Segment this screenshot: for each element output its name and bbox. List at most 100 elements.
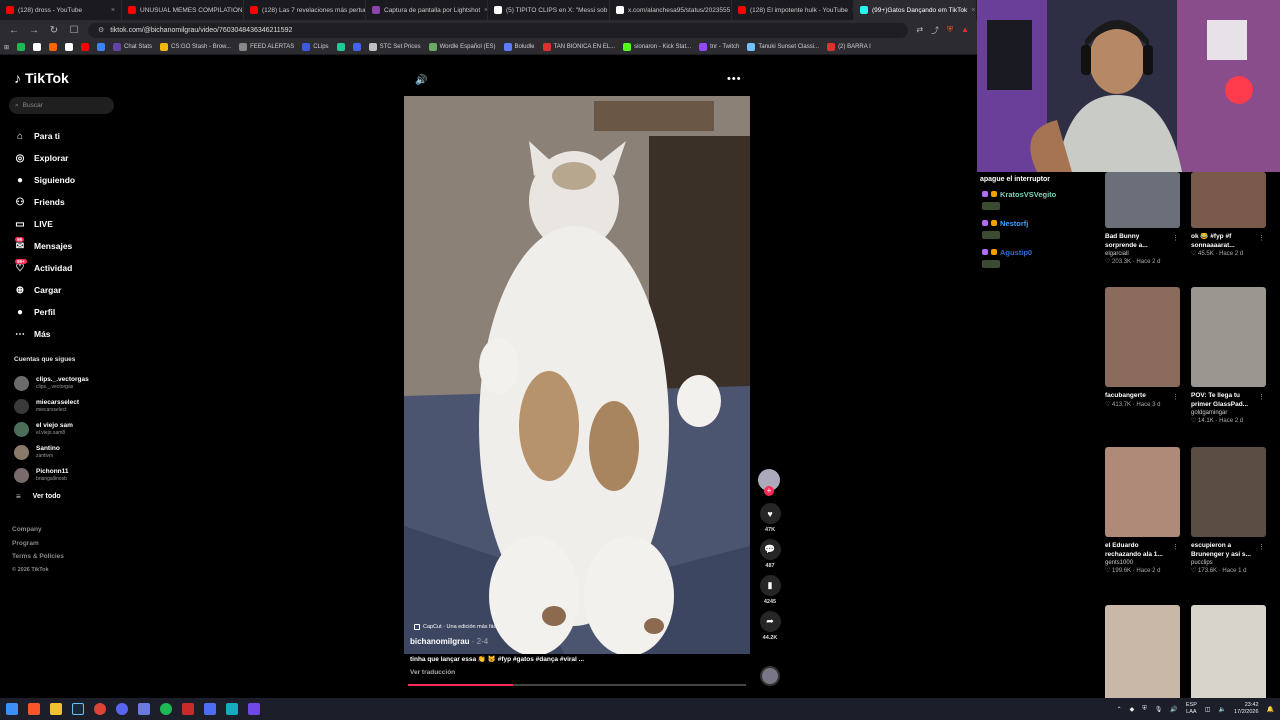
sidebar-item-para-ti[interactable]: ⌂ Para ti bbox=[14, 125, 124, 147]
video-thumbnail[interactable] bbox=[1105, 172, 1180, 228]
obs-icon[interactable] bbox=[182, 703, 194, 715]
more-options-icon[interactable]: ⋮ bbox=[1258, 393, 1265, 401]
browser-tab[interactable]: (128) Las 7 revelaciones más perturb× bbox=[244, 0, 366, 20]
bookmark-item[interactable] bbox=[65, 43, 74, 51]
steam-icon[interactable] bbox=[72, 703, 84, 715]
video-player[interactable]: CapCut · Una edición más fácil bbox=[404, 96, 750, 654]
tray-shield-icon[interactable]: ⛨ bbox=[1142, 706, 1147, 713]
speaker-icon[interactable]: 🔊 bbox=[1170, 706, 1177, 713]
comment-icon[interactable]: 💬 bbox=[759, 539, 781, 560]
bookmark-item[interactable] bbox=[352, 43, 361, 51]
app2-icon[interactable] bbox=[204, 703, 216, 715]
browser-tab[interactable]: (99+)Gatos Dançando em TikTok × bbox=[854, 0, 976, 20]
sidebar-item-perfil[interactable]: ● Perfil bbox=[14, 301, 124, 323]
bookmark-item[interactable]: FEED ALERTAS bbox=[239, 43, 294, 51]
bookmark-item[interactable]: CS:GO Stash - Brow... bbox=[160, 43, 231, 51]
video-thumbnail[interactable] bbox=[1191, 605, 1266, 705]
bookmark-item[interactable]: CLips bbox=[302, 43, 329, 51]
rewards-icon[interactable]: ▲ bbox=[961, 25, 969, 36]
video-thumbnail[interactable] bbox=[1191, 447, 1266, 537]
sidebar-item-friends[interactable]: ⚇ Friends bbox=[14, 191, 124, 213]
volume-tray-icon[interactable]: 🔈 bbox=[1219, 706, 1226, 713]
bookmark-item[interactable] bbox=[17, 43, 26, 51]
bookmark-item[interactable] bbox=[336, 43, 345, 51]
share-arrow-icon[interactable]: ➦ bbox=[759, 611, 781, 632]
more-options-icon[interactable]: ⋮ bbox=[1172, 234, 1179, 242]
bookmark-item[interactable]: Boludle bbox=[503, 43, 535, 51]
browser-tab[interactable]: (128) El impotente hulk - YouTube× bbox=[732, 0, 854, 20]
footer-link-terms[interactable]: Terms & Policies bbox=[12, 550, 64, 564]
suggested-video-card[interactable] bbox=[1181, 605, 1267, 705]
video-thumbnail[interactable] bbox=[1105, 605, 1180, 705]
app3-icon[interactable] bbox=[226, 703, 238, 715]
bookmark-item[interactable]: (2) BARRA I bbox=[827, 43, 871, 51]
suggested-video-card[interactable]: POV: Te llega tu primer GlassPad... goldga… bbox=[1181, 287, 1267, 425]
suggested-video-card[interactable]: ok 😂 #fyp #f sonnaaaarat... ♡ 45.5K · Hace… bbox=[1181, 172, 1267, 258]
following-item[interactable]: miecarsselect miecarsselect bbox=[14, 395, 124, 418]
translate-link[interactable]: Ver traducción bbox=[410, 669, 455, 676]
tray-app-icon[interactable]: ◆ bbox=[1130, 706, 1135, 713]
following-item[interactable]: Pichonn11 briangallinosb bbox=[14, 464, 124, 487]
clock[interactable]: 23:42 17/2/2026 bbox=[1234, 702, 1258, 716]
bookmark-item[interactable]: STC Set Prices bbox=[368, 43, 421, 51]
close-icon[interactable]: × bbox=[111, 7, 115, 14]
heart-icon[interactable]: ♥ bbox=[759, 503, 781, 524]
browser-tab[interactable]: UNUSUAL MEMES COMPILATION V3× bbox=[122, 0, 244, 20]
more-options-icon[interactable]: ⋮ bbox=[1172, 543, 1179, 551]
translate-icon[interactable]: ⇄ bbox=[916, 25, 923, 36]
video-thumbnail[interactable] bbox=[1105, 447, 1180, 537]
file-explorer-icon[interactable] bbox=[50, 703, 62, 715]
more-options-icon[interactable]: ••• bbox=[727, 73, 742, 85]
forward-icon[interactable]: → bbox=[28, 25, 40, 36]
discord-icon[interactable] bbox=[116, 703, 128, 715]
notification-icon[interactable]: 🔔 bbox=[1267, 706, 1274, 713]
bookmark-item[interactable] bbox=[33, 43, 42, 51]
suggested-video-card[interactable]: escupieron a Brunenger y así s... pucclips… bbox=[1181, 447, 1267, 575]
tray-chevron-icon[interactable]: ⌃ bbox=[1117, 706, 1122, 713]
app4-icon[interactable] bbox=[248, 703, 260, 715]
suggested-video-card[interactable]: Bad Bunny sorprende a... elgarciall ♡ 203.3… bbox=[1095, 172, 1181, 266]
footer-link-company[interactable]: Company bbox=[12, 523, 64, 537]
video-thumbnail[interactable] bbox=[1191, 172, 1266, 228]
video-progress-bar[interactable] bbox=[408, 684, 746, 686]
more-options-icon[interactable]: ⋮ bbox=[1172, 393, 1179, 401]
sidebar-item-live[interactable]: ▭ LIVE bbox=[14, 213, 124, 235]
more-options-icon[interactable]: ⋮ bbox=[1258, 234, 1265, 242]
bookmark-item[interactable] bbox=[81, 43, 90, 51]
video-author[interactable]: bichanomilgrau · 2-4 bbox=[410, 637, 488, 646]
app-icon[interactable] bbox=[138, 703, 150, 715]
save-action[interactable]: ▮ 4245 bbox=[758, 575, 782, 605]
apps-grid-icon[interactable]: ⊞ bbox=[4, 44, 9, 51]
bookmark-item[interactable] bbox=[49, 43, 58, 51]
bookmark-item[interactable]: tnr - Twitch bbox=[699, 43, 739, 51]
bookmark-item[interactable]: TAN BIONICA EN EL... bbox=[542, 43, 615, 51]
close-icon[interactable]: × bbox=[971, 7, 975, 14]
chrome-icon[interactable] bbox=[94, 703, 106, 715]
network-icon[interactable]: ◫ bbox=[1205, 706, 1211, 713]
following-item[interactable]: el viejo sam el.viejo.sam8 bbox=[14, 418, 124, 441]
bookmark-item[interactable] bbox=[97, 43, 106, 51]
creator-avatar[interactable]: + bbox=[758, 469, 780, 496]
sidebar-item-actividad[interactable]: ♡ 99+ Actividad bbox=[14, 257, 124, 279]
video-thumbnail[interactable] bbox=[1105, 287, 1180, 387]
music-disc-avatar[interactable] bbox=[760, 666, 780, 686]
share-action[interactable]: ➦ 44.2K bbox=[758, 611, 782, 641]
sidebar-item-cargar[interactable]: ⊕ Cargar bbox=[14, 279, 124, 301]
browser-tab[interactable]: Captura de pantalla por Lightshot × bbox=[366, 0, 488, 20]
browser-tab[interactable]: x.com/alanchesa95/status/2023555× bbox=[610, 0, 732, 20]
brave-shield-icon[interactable]: ⛨ bbox=[947, 25, 953, 36]
bookmark-item[interactable]: Chat Stats bbox=[113, 43, 152, 51]
address-bar[interactable]: ⚙ tiktok.com/@bichanomilgrau/video/76030… bbox=[88, 22, 909, 38]
spotify-icon[interactable] bbox=[160, 703, 172, 715]
bookmark-item[interactable]: sionaron - Kick Stat... bbox=[623, 43, 691, 51]
suggested-video-card[interactable]: el Eduardo rechazando ala 1... gents1000 ♡ … bbox=[1095, 447, 1181, 575]
browser-tab[interactable]: (128) dross - YouTube × bbox=[0, 0, 122, 20]
following-item[interactable]: clips._.vectorgas clips._.vectorgas bbox=[14, 372, 124, 395]
browser-tab[interactable]: (5) TIPITO CLIPS en X: "Messi sob× bbox=[488, 0, 610, 20]
bookmark-item[interactable]: Tanuki Sunset Classi... bbox=[747, 43, 819, 51]
footer-link-program[interactable]: Program bbox=[12, 537, 64, 551]
search-input[interactable]: ⌕ Buscar bbox=[9, 97, 114, 114]
comment-action[interactable]: 💬 487 bbox=[758, 539, 782, 569]
bookmark-icon[interactable]: ☐ bbox=[68, 25, 80, 36]
bookmark-save-icon[interactable]: ▮ bbox=[759, 575, 781, 596]
